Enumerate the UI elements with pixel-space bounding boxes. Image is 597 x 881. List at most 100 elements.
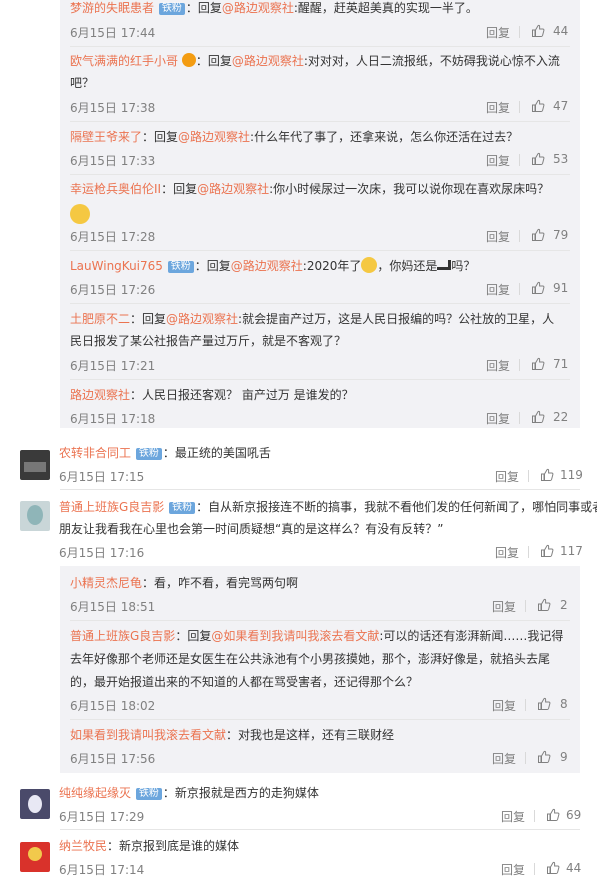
reply-prefix: ：回复 [161, 182, 198, 196]
thumbs-up-icon[interactable] [531, 99, 545, 113]
mention-link[interactable]: @路边观察社 [231, 259, 303, 273]
user-name[interactable]: 纯纯缘起缘灭 [59, 786, 131, 800]
divider [70, 121, 570, 122]
thumbs-up-icon[interactable] [531, 410, 545, 424]
divider [519, 26, 520, 38]
mention-link[interactable]: @路边观察社 [166, 312, 238, 326]
comment-time: 6月15日 17:38 [70, 101, 156, 115]
list-item: 土肥原不二：回复@路边观察社:就会提亩产过万，这是人民日报编的吗？公社放的卫星，… [70, 308, 554, 330]
divider [70, 379, 570, 380]
reply-button[interactable]: 回复 [492, 598, 516, 615]
reply-button[interactable]: 回复 [501, 861, 525, 878]
comment-time: 6月15日 17:21 [70, 359, 156, 373]
reply-button[interactable]: 回复 [486, 228, 510, 245]
reply-button[interactable]: 回复 [501, 808, 525, 825]
avatar[interactable] [20, 501, 50, 531]
thumbs-up-icon[interactable] [531, 228, 545, 242]
user-name[interactable]: 普通上班族G良吉影 [59, 500, 164, 514]
reply-button[interactable]: 回复 [492, 697, 516, 714]
divider [70, 303, 570, 304]
comment-time: 6月15日 17:33 [70, 154, 156, 168]
divider [519, 154, 520, 166]
comment-time: 6月15日 17:15 [59, 470, 145, 484]
like-count: 22 [553, 410, 569, 424]
reply-prefix: ：回复 [194, 259, 231, 273]
reply-button[interactable]: 回复 [492, 750, 516, 767]
mention-link[interactable]: @如果看到我请叫我滚去看文献 [211, 629, 379, 643]
divider [519, 101, 520, 113]
comment-text: ，你妈还是 [377, 259, 438, 273]
list-item: 梦游的失眠患者 铁粉 ：回复@路边观察社:醒醒，赶英超美真的实现一半了。 [70, 0, 478, 19]
comment-time: 6月15日 17:26 [70, 283, 156, 297]
reply-button[interactable]: 回复 [486, 281, 510, 298]
comment-time: 6月15日 17:28 [70, 230, 156, 244]
divider [534, 863, 535, 875]
user-name[interactable]: 梦游的失眠患者 [70, 1, 154, 15]
reply-button[interactable]: 回复 [486, 99, 510, 116]
mention-link[interactable]: @路边观察社 [197, 182, 269, 196]
mention-link[interactable]: @路边观察社 [232, 54, 304, 68]
thumbs-up-icon[interactable] [537, 598, 551, 612]
thumbs-up-icon[interactable] [540, 468, 554, 482]
reply-prefix: ：回复 [195, 54, 232, 68]
comment-text: ：对我也是这样，还有三联财经 [226, 728, 395, 742]
comment-text: ：看，咋不看，看完骂两句啊 [142, 576, 299, 590]
list-item: 隔壁王爷来了：回复@路边观察社:什么年代了事了，还拿来说，怎么你还活在过去？ [70, 126, 518, 148]
comment-time: 6月15日 18:02 [70, 699, 156, 713]
like-count: 79 [553, 228, 569, 242]
fan-badge: 铁粉 [158, 3, 185, 15]
divider [70, 620, 570, 621]
fan-badge: 铁粉 [135, 788, 162, 800]
avatar[interactable] [20, 842, 50, 872]
fan-badge: 铁粉 [135, 448, 162, 460]
comment-text: 吗？ [451, 259, 476, 273]
list-item: 欧气满满的红手小哥 ：回复@路边观察社:对对对，人日二流报纸，不妨碍我说心惊不入… [70, 50, 560, 72]
user-name[interactable]: LauWingKui765 [70, 259, 163, 273]
avatar[interactable] [20, 789, 50, 819]
user-name[interactable]: 幸运枪兵奥伯伦II [70, 182, 161, 196]
thumbs-up-icon[interactable] [546, 808, 560, 822]
reply-button[interactable]: 回复 [486, 24, 510, 41]
comment-text: :你小时候尿过一次床，我可以说你现在喜欢尿床吗？ [269, 182, 550, 196]
reply-prefix: ：回复 [175, 629, 212, 643]
comment-text-cont: 的，最开始报道出来的不知道的人都在骂受害者，还记得那个么？ [70, 675, 419, 689]
reply-prefix: ：回复 [130, 312, 167, 326]
comment-text: :什么年代了事了，还拿来说，怎么你还活在过去？ [250, 130, 519, 144]
thumbs-up-icon[interactable] [531, 357, 545, 371]
reply-button[interactable]: 回复 [495, 468, 519, 485]
reply-button[interactable]: 回复 [495, 544, 519, 561]
divider [60, 829, 580, 830]
reply-button[interactable]: 回复 [486, 410, 510, 427]
like-count: 71 [553, 357, 569, 371]
user-name[interactable]: 如果看到我请叫我滚去看文献 [70, 728, 226, 742]
user-name[interactable]: 欧气满满的红手小哥 [70, 54, 178, 68]
reply-button[interactable]: 回复 [486, 152, 510, 169]
thumbs-up-icon[interactable] [531, 152, 545, 166]
mention-link[interactable]: @路边观察社 [178, 130, 250, 144]
thumbs-up-icon[interactable] [531, 24, 545, 38]
avatar[interactable] [20, 450, 50, 480]
divider [519, 359, 520, 371]
user-name[interactable]: 农转非合同工 [59, 446, 131, 460]
thumbs-up-icon[interactable] [537, 697, 551, 711]
like-count: 47 [553, 99, 569, 113]
comment-text: :对对对，人日二流报纸，不妨碍我说心惊不入流 [303, 54, 560, 68]
mention-link[interactable]: @路边观察社 [222, 1, 294, 15]
thumbs-up-icon[interactable] [546, 861, 560, 875]
thumbs-up-icon[interactable] [537, 750, 551, 764]
user-name[interactable]: 纳兰牧民 [59, 839, 107, 853]
reply-button[interactable]: 回复 [486, 357, 510, 374]
comment-text: ：人民日报还客观？ 亩产过万 是谁发的？ [130, 388, 354, 402]
user-name[interactable]: 土肥原不二 [70, 312, 130, 326]
thumbs-up-icon[interactable] [531, 281, 545, 295]
user-name[interactable]: 小精灵杰尼龟 [70, 576, 142, 590]
user-name[interactable]: 普通上班族G良吉影 [70, 629, 175, 643]
divider [519, 412, 520, 424]
user-name[interactable]: 路边观察社 [70, 388, 130, 402]
divider [70, 719, 570, 720]
user-name[interactable]: 隔壁王爷来了 [70, 130, 142, 144]
thumbs-up-icon[interactable] [540, 544, 554, 558]
comment-time: 6月15日 17:16 [59, 546, 145, 560]
divider [525, 699, 526, 711]
comment-time: 6月15日 17:44 [70, 26, 156, 40]
